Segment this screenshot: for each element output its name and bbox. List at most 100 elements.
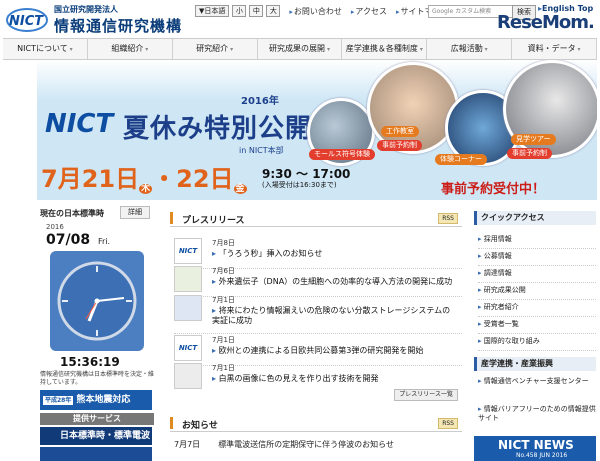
nict-news-issue: No.458 JUN 2016 <box>516 452 568 459</box>
jst-weekday: Fri. <box>98 237 111 246</box>
org-name[interactable]: 情報通信研究機構 <box>54 15 182 36</box>
jst-year: 2016 <box>46 223 64 231</box>
nict-thumb-icon: NICT <box>174 335 202 361</box>
date-2-weekday: 金 <box>233 184 247 194</box>
nav-pr[interactable]: 広報活動 <box>427 39 513 59</box>
quake-label: 熊本地震対応 <box>76 395 131 405</box>
news-date: 7月8日 <box>212 239 235 247</box>
jst-digital-time: 15:36:19 <box>60 355 120 369</box>
notices-header: お知らせ RSS <box>170 415 462 432</box>
quick-link-awards[interactable]: 受賞者一覧 <box>478 316 596 334</box>
kumamoto-earthquake-banner[interactable]: 平成28年 熊本地震対応 <box>40 390 152 410</box>
center-column: プレスリリース RSS NICT 7月8日 「うろう秒」挿入のお知らせ 7月6日… <box>170 205 462 461</box>
news-item[interactable]: NICT 7月1日 欧州との連携による日欧共同公募第3弾の研究開発を開始 <box>174 335 462 366</box>
date-1: 7月21日 <box>41 165 140 193</box>
font-size-large-button[interactable]: 大 <box>266 5 281 17</box>
quick-link-results[interactable]: 研究成果公開 <box>478 282 596 300</box>
jst-detail-button[interactable]: 詳細 <box>120 206 150 219</box>
quake-year: 平成28年 <box>43 396 74 405</box>
quick-link-recruit[interactable]: 採用情報 <box>478 231 596 249</box>
service-jst-banner[interactable]: 日本標準時・標準電波 <box>40 427 152 445</box>
press-release-heading: プレスリリース <box>182 216 245 226</box>
banner-time-note: (入場受付は16:30まで) <box>262 181 337 189</box>
tag-morse: モールス符号体験 <box>309 149 375 160</box>
news-item[interactable]: NICT 7月8日 「うろう秒」挿入のお知らせ <box>174 238 462 269</box>
quick-link-international[interactable]: 国際的な取り組み <box>478 333 596 351</box>
tag-reservation-1: 事前予約制 <box>377 140 422 151</box>
quick-link-procurement[interactable]: 調達情報 <box>478 265 596 283</box>
notices-rss-button[interactable]: RSS <box>438 418 458 429</box>
press-release-list-button[interactable]: プレスリリース一覧 <box>394 389 458 401</box>
news-title[interactable]: 外来遺伝子（DNA）の生細胞への効率的な導入方法の開発に成功 <box>212 277 458 287</box>
nict-news-banner[interactable]: NICT NEWS No.458 JUN 2016 <box>474 436 596 461</box>
cell-thumb-icon <box>174 266 202 292</box>
notice-date: 7月7日 <box>174 440 201 449</box>
news-title[interactable]: 欧州との連携による日欧共同公募第3弾の研究開発を開始 <box>212 346 458 356</box>
industry-link-barrier-free[interactable]: 情報バリアフリーのための情報提供サイト <box>478 405 596 423</box>
left-column: 現在の日本標準時 詳細 2016 07/08 Fri. 15:36:19 情報通… <box>38 205 156 461</box>
banner-year: 2016年 <box>241 96 279 107</box>
banner-dates: 7月21日 木・22日金 <box>41 159 247 194</box>
industry-link-venture[interactable]: 情報通信ベンチャー支援センター <box>478 377 596 386</box>
nict-thumb-icon: NICT <box>174 238 202 264</box>
nav-industry[interactable]: 産学連携＆各種制度 <box>342 39 428 59</box>
quick-access-heading: クイックアクセス <box>474 211 596 225</box>
font-size-small-button[interactable]: 小 <box>232 5 247 17</box>
summer-open-house-banner[interactable]: NICT 2016年 夏休み特別公開 in NICT本部 7月21日 木・22日金… <box>37 60 597 200</box>
nav-organization[interactable]: 組織紹介 <box>88 39 173 59</box>
analog-clock <box>50 251 144 351</box>
news-item[interactable]: 7月6日 外来遺伝子（DNA）の生細胞への効率的な導入方法の開発に成功 <box>174 266 462 297</box>
news-title[interactable]: 将来にわたり情報漏えいの危険のない分散ストレージシステムの実証に成功 <box>212 306 458 326</box>
date-2: 22日 <box>176 165 234 193</box>
date-separator: ・ <box>152 165 177 193</box>
tag-workshop: 工作教室 <box>381 126 419 137</box>
banner-title: 夏休み特別公開 <box>123 114 313 144</box>
tag-experience: 体験コーナー <box>435 154 487 165</box>
nav-data[interactable]: 資料・データ <box>512 39 598 59</box>
nav-research[interactable]: 研究紹介 <box>173 39 258 59</box>
jst-note: 情報通信研究機構は日本標準時を決定・維持しています。 <box>40 371 155 386</box>
font-size-medium-button[interactable]: 中 <box>249 5 264 17</box>
language-select[interactable]: ▼日本語 <box>195 5 230 17</box>
jst-heading: 現在の日本標準時 <box>40 209 104 218</box>
date-1-weekday: 木 <box>139 184 153 194</box>
quick-link-researchers[interactable]: 研究者紹介 <box>478 299 596 317</box>
quick-link-calls[interactable]: 公募情報 <box>478 248 596 266</box>
news-date: 7月1日 <box>212 336 235 344</box>
access-link[interactable]: アクセス <box>351 6 387 17</box>
tag-tour: 見学ツアー <box>511 134 556 145</box>
news-title[interactable]: 「うろう秒」挿入のお知らせ <box>212 249 458 259</box>
service-banner-2[interactable] <box>40 447 152 461</box>
notices-heading: お知らせ <box>182 421 218 431</box>
press-release-header: プレスリリース RSS <box>170 210 462 227</box>
reservation-notice: 事前予約受付中！ <box>441 182 546 197</box>
nict-logo[interactable]: NICT <box>6 4 48 34</box>
news-item[interactable]: 7月1日 将来にわたり情報漏えいの危険のない分散ストレージシステムの実証に成功 <box>174 295 462 334</box>
nav-results[interactable]: 研究成果の展開 <box>258 39 343 59</box>
news-date: 7月1日 <box>212 364 235 372</box>
right-column: クイックアクセス 採用情報 公募情報 調達情報 研究成果公開 研究者紹介 受賞者… <box>474 205 596 461</box>
clock-face-icon <box>57 261 137 341</box>
notice-title[interactable]: 標準電波送信所の定期保守に伴う停波のお知らせ <box>218 440 394 449</box>
industry-heading: 産学連携・産業振興 <box>474 357 596 371</box>
news-title[interactable]: 白黒の画像に色の見えを作り出す技術を開発 <box>212 374 458 384</box>
section-accent <box>170 417 173 429</box>
storage-thumb-icon <box>174 295 202 321</box>
services-heading: 提供サービス <box>40 413 154 425</box>
global-nav: NICTについて 組織紹介 研究紹介 研究成果の展開 産学連携＆各種制度 広報活… <box>3 38 598 60</box>
notice-item[interactable]: 7月7日 標準電波送信所の定期保守に伴う停波のお知らせ <box>174 439 394 450</box>
logo-text: NICT <box>9 14 44 29</box>
org-subtitle: 国立研究開発法人 <box>54 5 118 14</box>
contact-link[interactable]: お問い合わせ <box>289 6 342 17</box>
news-date: 7月6日 <box>212 267 235 275</box>
press-rss-button[interactable]: RSS <box>438 213 458 224</box>
nav-about[interactable]: NICTについて <box>3 39 88 59</box>
color-image-thumb-icon <box>174 363 202 389</box>
news-date: 7月1日 <box>212 296 235 304</box>
banner-nict-logo: NICT <box>45 109 114 139</box>
section-accent <box>170 212 173 224</box>
jst-date: 07/08 <box>46 232 91 248</box>
banner-venue: in NICT本部 <box>239 146 284 155</box>
utility-bar: ▼日本語 小 中 大 お問い合わせ アクセス サイトマップ <box>195 4 449 18</box>
nict-news-title: NICT NEWS <box>498 438 574 452</box>
